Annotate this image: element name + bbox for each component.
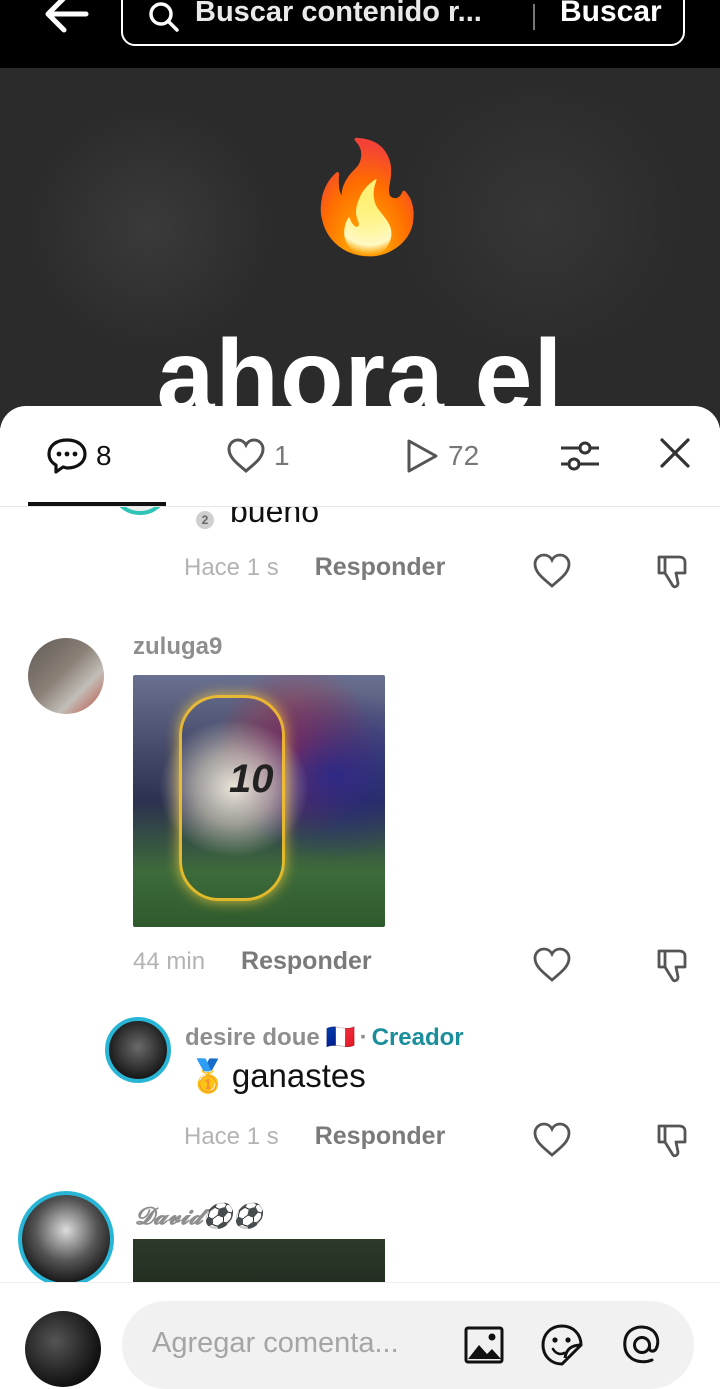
medal-emoji: 🥇 [188, 1058, 228, 1094]
avatar[interactable] [110, 507, 170, 515]
tab-likes[interactable]: 1 [226, 434, 290, 478]
mention-icon[interactable] [620, 1323, 664, 1367]
comment-image[interactable] [133, 1239, 385, 1282]
rank-badge: 2 [196, 511, 214, 529]
comments-tabs: 8 1 72 [0, 406, 720, 507]
video-player[interactable]: 🔥 ahora el [0, 68, 720, 428]
dislike-icon[interactable] [654, 1120, 694, 1160]
plays-count: 72 [448, 440, 480, 471]
search-icon [149, 2, 179, 32]
comment-input[interactable]: Agregar comenta... [122, 1301, 694, 1389]
france-flag-icon: 🇫🇷 [325, 1024, 356, 1051]
search-divider [533, 4, 535, 30]
play-icon [407, 439, 438, 473]
comment-username[interactable]: 𝓓𝓪𝓿𝓲𝓭⚽⚽ [135, 1201, 263, 1230]
heart-icon[interactable] [532, 1120, 572, 1160]
search-input[interactable]: Buscar contenido r... [195, 0, 482, 29]
comment-username[interactable]: desire doue [185, 1024, 320, 1052]
heart-icon[interactable] [532, 551, 572, 591]
comment-actions: 44 min Responder [133, 947, 372, 976]
sticker-emoji-icon[interactable] [540, 1323, 584, 1367]
back-arrow-icon[interactable] [40, 0, 90, 36]
avatar[interactable] [105, 1017, 171, 1083]
image-icon[interactable] [462, 1323, 506, 1367]
avatar[interactable] [18, 1191, 114, 1282]
comment-image[interactable]: 10 [133, 675, 385, 927]
fire-emoji: 🔥 [300, 136, 435, 257]
comment-time: Hace 1 s [184, 1122, 279, 1150]
close-icon[interactable] [656, 434, 694, 472]
likes-count: 1 [274, 440, 290, 471]
comments-feed[interactable]: 2 bueno Hace 1 s Responder zuluga9 10 44… [0, 507, 720, 1282]
comment-actions: Hace 1 s Responder [184, 553, 445, 582]
comment-text: ganastes [231, 1057, 366, 1094]
comment-text: bueno [230, 507, 319, 529]
comment-input-placeholder[interactable]: Agregar comenta... [152, 1327, 399, 1360]
comment-body: 🥇 ganastes [188, 1057, 366, 1095]
search-box[interactable]: Buscar contenido r... Buscar [121, 0, 685, 46]
current-user-avatar[interactable] [25, 1311, 101, 1387]
comment-input-bar: Agregar comenta... [0, 1282, 720, 1389]
comment-time: Hace 1 s [184, 553, 279, 581]
filter-icon[interactable] [558, 434, 602, 478]
top-bar: Buscar contenido r... Buscar [0, 0, 720, 68]
comment-author-row: desire doue 🇫🇷 · Creador [185, 1023, 464, 1052]
heart-icon[interactable] [532, 945, 572, 985]
heart-icon [227, 438, 265, 473]
jersey-number: 10 [229, 757, 274, 801]
reply-button[interactable]: Responder [315, 553, 446, 582]
comment-time: 44 min [133, 947, 206, 975]
active-tab-indicator [28, 502, 166, 506]
author-separator: · [359, 1023, 368, 1051]
dislike-icon[interactable] [654, 945, 694, 985]
search-button[interactable]: Buscar [560, 0, 662, 29]
reply-button[interactable]: Responder [315, 1122, 446, 1151]
tab-comments[interactable]: 8 [46, 434, 112, 478]
comment-username[interactable]: zuluga9 [133, 633, 222, 661]
comments-sheet: 8 1 72 2 bueno Hace 1 s Responder zuluga… [0, 406, 720, 1388]
avatar[interactable] [28, 638, 104, 714]
comment-bubble-icon [47, 438, 87, 474]
creator-badge: Creador [371, 1023, 464, 1051]
comment-actions: Hace 1 s Responder [184, 1122, 445, 1151]
reply-button[interactable]: Responder [241, 947, 372, 976]
comments-count: 8 [96, 440, 112, 471]
video-background [20, 108, 280, 348]
dislike-icon[interactable] [654, 551, 694, 591]
tab-plays[interactable]: 72 [404, 434, 479, 478]
